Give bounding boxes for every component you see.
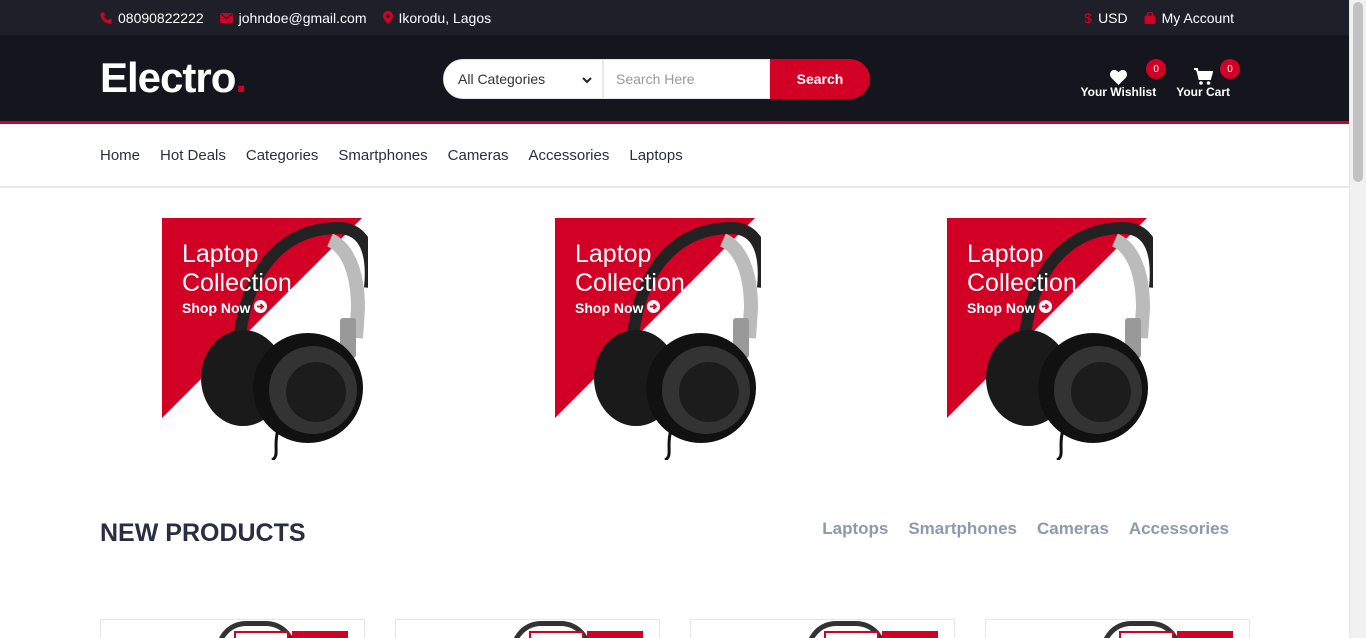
- search-input-placeholder: Search Here: [616, 71, 695, 87]
- product-label-filled: [882, 631, 938, 638]
- collection-banner[interactable]: Laptop Collection Shop Now: [162, 218, 368, 460]
- my-account-label: My Account: [1161, 9, 1234, 26]
- arrow-circle-right-icon: [647, 300, 661, 316]
- user-icon: [1144, 11, 1156, 24]
- product-label-filled: [292, 631, 348, 638]
- tab-laptops[interactable]: Laptops: [822, 519, 888, 539]
- scrollbar-thumb[interactable]: [1353, 2, 1363, 182]
- location-link[interactable]: Ikorodu, Lagos: [382, 9, 492, 26]
- arrow-circle-right-icon: [254, 300, 268, 316]
- page-scrollbar[interactable]: [1349, 0, 1366, 638]
- dollar-icon: $: [1084, 9, 1093, 26]
- banner-title-line2: Collection: [182, 269, 292, 297]
- wishlist-label: Your Wishlist: [1080, 85, 1157, 99]
- banner-title-line2: Collection: [575, 269, 685, 297]
- wishlist-count-badge: 0: [1146, 59, 1167, 79]
- product-card[interactable]: [690, 619, 955, 638]
- tab-accessories[interactable]: Accessories: [1129, 519, 1229, 539]
- product-label-outline: [234, 631, 289, 638]
- cart-count-badge: 0: [1220, 59, 1240, 79]
- product-label-filled: [1177, 631, 1233, 638]
- tab-smartphones[interactable]: Smartphones: [908, 519, 1017, 539]
- shop-now-link[interactable]: Shop Now: [182, 300, 292, 316]
- product-card[interactable]: [985, 619, 1250, 638]
- logo-text: Electro: [100, 54, 236, 101]
- product-card[interactable]: [100, 619, 365, 638]
- collection-banner[interactable]: Laptop Collection Shop Now: [947, 218, 1153, 460]
- banner-text: Laptop Collection Shop Now: [182, 240, 292, 316]
- chevron-down-icon: [582, 71, 592, 87]
- category-select-value: All Categories: [458, 71, 546, 87]
- tab-cameras[interactable]: Cameras: [1037, 519, 1109, 539]
- envelope-icon: [219, 12, 233, 23]
- phone-number: 08090822222: [118, 9, 204, 26]
- collection-banners: Laptop Collection Shop Now Laptop Collec…: [0, 188, 1349, 478]
- my-account-link[interactable]: My Account: [1144, 10, 1234, 26]
- main-navigation: Home Hot Deals Categories Smartphones Ca…: [0, 124, 1349, 188]
- logo[interactable]: Electro.: [100, 54, 247, 102]
- shop-now-link[interactable]: Shop Now: [967, 300, 1077, 316]
- location-text: Ikorodu, Lagos: [398, 9, 492, 26]
- phone-link[interactable]: 08090822222: [100, 10, 204, 26]
- arrow-circle-right-icon: [1039, 300, 1053, 316]
- banner-text: Laptop Collection Shop Now: [575, 240, 685, 316]
- nav-item-home[interactable]: Home: [100, 147, 140, 164]
- nav-item-smartphones[interactable]: Smartphones: [338, 147, 427, 164]
- new-products-title: NEW PRODUCTS: [100, 519, 306, 547]
- email-address: johndoe@gmail.com: [238, 9, 367, 26]
- currency-link[interactable]: $ USD: [1084, 10, 1127, 26]
- nav-item-laptops[interactable]: Laptops: [629, 147, 682, 164]
- shop-now-link[interactable]: Shop Now: [575, 300, 685, 316]
- banner-title-line1: Laptop: [967, 240, 1044, 268]
- header-actions: Your Wishlist 0 Your Cart 0: [1080, 59, 1240, 99]
- product-label-filled: [587, 631, 643, 638]
- product-label-outline: [529, 631, 584, 638]
- shop-now-label: Shop Now: [575, 300, 644, 316]
- nav-item-hot-deals[interactable]: Hot Deals: [160, 147, 226, 164]
- banner-text: Laptop Collection Shop Now: [967, 240, 1077, 316]
- product-label-outline: [824, 631, 879, 638]
- phone-icon: [100, 12, 112, 24]
- top-bar: 08090822222 johndoe@gmail.com Ikorodu, L…: [0, 0, 1349, 35]
- collection-banner[interactable]: Laptop Collection Shop Now: [555, 218, 761, 460]
- email-link[interactable]: johndoe@gmail.com: [219, 9, 367, 26]
- banner-title-line1: Laptop: [182, 240, 259, 268]
- main-header: Electro. All Categories Search Here Sear…: [0, 35, 1349, 124]
- page: 08090822222 johndoe@gmail.com Ikorodu, L…: [0, 0, 1349, 638]
- shop-now-label: Shop Now: [967, 300, 1036, 316]
- shopping-cart-icon: [1193, 65, 1213, 85]
- wishlist-button[interactable]: Your Wishlist 0: [1080, 59, 1167, 99]
- product-cards: [100, 619, 1250, 638]
- product-card[interactable]: [395, 619, 660, 638]
- category-select[interactable]: All Categories: [443, 59, 603, 99]
- map-marker-icon: [382, 11, 393, 24]
- banner-title-line1: Laptop: [575, 240, 652, 268]
- search-button[interactable]: Search: [770, 59, 870, 99]
- cart-label: Your Cart: [1176, 85, 1230, 99]
- nav-item-accessories[interactable]: Accessories: [529, 147, 610, 164]
- logo-dot: .: [235, 54, 247, 101]
- new-products-tabs: Laptops Smartphones Cameras Accessories: [822, 519, 1229, 539]
- product-label-outline: [1119, 631, 1174, 638]
- nav-item-categories[interactable]: Categories: [246, 147, 319, 164]
- shop-now-label: Shop Now: [182, 300, 251, 316]
- banner-title-line2: Collection: [967, 269, 1077, 297]
- cart-button[interactable]: Your Cart 0: [1176, 59, 1240, 99]
- nav-item-cameras[interactable]: Cameras: [448, 147, 509, 164]
- search-form: All Categories Search Here Search: [443, 59, 870, 99]
- search-input[interactable]: Search Here: [603, 59, 770, 99]
- currency-label: USD: [1098, 9, 1128, 26]
- heart-icon: [1109, 65, 1127, 85]
